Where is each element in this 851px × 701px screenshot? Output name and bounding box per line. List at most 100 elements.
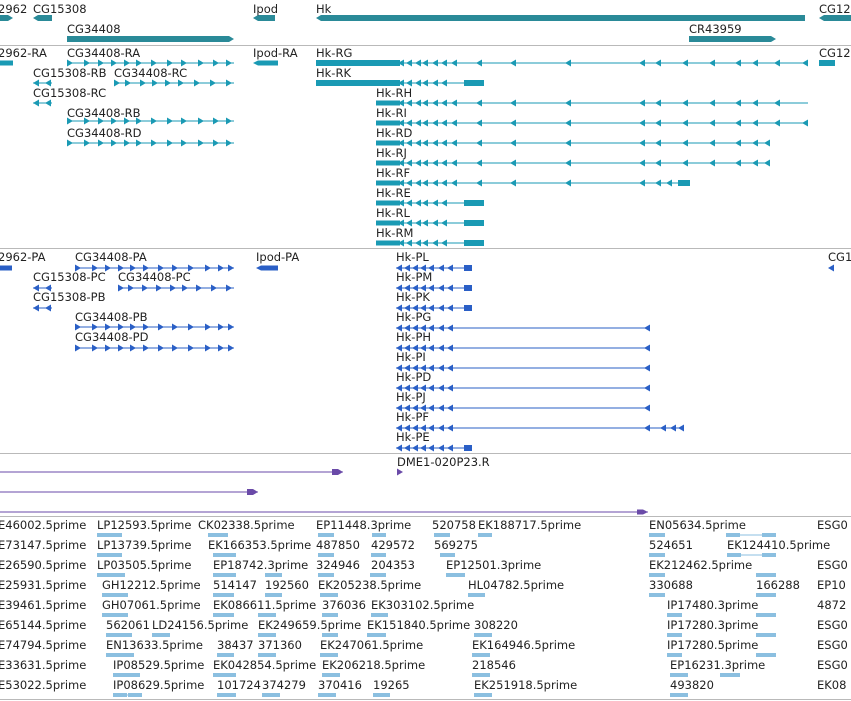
est-label[interactable]: EK042854.5prime xyxy=(213,659,316,672)
protein-label[interactable]: Hk-PK xyxy=(396,291,430,304)
est-label[interactable]: ESG0 xyxy=(817,619,848,632)
est-label[interactable]: LP12593.5prime xyxy=(97,519,191,532)
gene-label[interactable]: 2962 xyxy=(0,3,27,16)
est-label[interactable]: IP08529.5prime xyxy=(113,659,204,672)
transcript-label[interactable]: Hk-RG xyxy=(316,47,352,60)
protein-label[interactable]: Hk-PL xyxy=(396,251,429,264)
est-label[interactable]: ESG0 xyxy=(817,559,848,572)
est-label[interactable]: EK206218.5prime xyxy=(322,659,425,672)
est-label[interactable]: GH07061.5prime xyxy=(102,599,201,612)
est-label[interactable]: 101724 xyxy=(217,679,261,692)
est-label[interactable]: 4872 xyxy=(817,599,846,612)
est-label[interactable]: IP08629.5prime xyxy=(113,679,204,692)
est-label[interactable]: EK249659.5prime xyxy=(258,619,361,632)
gene-label[interactable]: Hk xyxy=(316,3,331,16)
est-label[interactable]: EK08 xyxy=(817,679,846,692)
est-label[interactable]: 38437 xyxy=(217,639,254,652)
est-label[interactable]: 520758 xyxy=(432,519,476,532)
est-label[interactable]: ESG0 xyxy=(817,519,848,532)
transcript-label[interactable]: Ipod-RA xyxy=(253,47,298,60)
est-label[interactable]: 524651 xyxy=(649,539,693,552)
est-label[interactable]: E25931.5prime xyxy=(0,579,86,592)
est-label[interactable]: 371360 xyxy=(258,639,302,652)
est-label[interactable]: EK247061.5prime xyxy=(320,639,423,652)
protein-label[interactable]: Hk-PI xyxy=(396,351,426,364)
protein-label[interactable]: Ipod-PA xyxy=(256,251,299,264)
est-label[interactable]: EP16231.3prime xyxy=(670,659,765,672)
transcript-label[interactable]: CG34408-RB xyxy=(67,107,141,120)
est-label[interactable]: EK212462.5prime xyxy=(649,559,752,572)
est-label[interactable]: IP17280.5prime xyxy=(667,639,758,652)
protein-label[interactable]: CG1 xyxy=(828,251,851,264)
est-label[interactable]: 562061 xyxy=(106,619,150,632)
est-label[interactable]: EK124410.5prime xyxy=(727,539,830,552)
protein-label[interactable]: Hk-PD xyxy=(396,371,431,384)
est-label[interactable]: CK02338.5prime xyxy=(198,519,295,532)
est-label[interactable]: LD24156.5prime xyxy=(152,619,248,632)
est-label[interactable]: E33631.5prime xyxy=(0,659,86,672)
transcript-label[interactable]: 2962-RA xyxy=(0,47,47,60)
est-label[interactable]: E46002.5prime xyxy=(0,519,86,532)
est-label[interactable]: 370416 xyxy=(318,679,362,692)
est-label[interactable]: 514147 xyxy=(213,579,257,592)
transcript-label[interactable]: Hk-RE xyxy=(376,187,411,200)
est-label[interactable]: EN13633.5prime xyxy=(106,639,203,652)
protein-label[interactable]: Hk-PH xyxy=(396,331,431,344)
protein-label[interactable]: 2962-PA xyxy=(0,251,45,264)
transcript-label[interactable]: CG34408-RC xyxy=(114,67,187,80)
est-label[interactable]: ESG0 xyxy=(817,659,848,672)
protein-label[interactable]: CG34408-PB xyxy=(75,311,148,324)
feature-label[interactable]: DME1-020P23.R xyxy=(397,456,490,469)
transcript-label[interactable]: Hk-RK xyxy=(316,67,351,80)
est-label[interactable]: E65144.5prime xyxy=(0,619,86,632)
est-label[interactable]: ESG0 xyxy=(817,639,848,652)
transcript-label[interactable]: Hk-RD xyxy=(376,127,412,140)
est-label[interactable]: IP17480.3prime xyxy=(667,599,758,612)
est-label[interactable]: E53022.5prime xyxy=(0,679,86,692)
protein-label[interactable]: CG34408-PA xyxy=(75,251,147,264)
est-label[interactable]: EK164946.5prime xyxy=(472,639,575,652)
protein-label[interactable]: Hk-PM xyxy=(396,271,432,284)
gene-label[interactable]: Ipod xyxy=(253,3,278,16)
est-label[interactable]: LP03505.5prime xyxy=(97,559,191,572)
est-label[interactable]: EP11448.3prime xyxy=(316,519,411,532)
est-label[interactable]: 192560 xyxy=(265,579,309,592)
est-label[interactable]: EK303102.5prime xyxy=(371,599,474,612)
gene-label[interactable]: CR43959 xyxy=(689,23,742,36)
est-label[interactable]: EK188717.5prime xyxy=(478,519,581,532)
transcript-label[interactable]: Hk-RJ xyxy=(376,147,407,160)
transcript-label[interactable]: CG34408-RA xyxy=(67,47,140,60)
est-label[interactable]: 493820 xyxy=(670,679,714,692)
gene-label[interactable]: CG12 xyxy=(819,3,851,16)
est-label[interactable]: 376036 xyxy=(322,599,366,612)
protein-label[interactable]: CG15308-PC xyxy=(33,271,106,284)
est-label[interactable]: 204353 xyxy=(371,559,415,572)
est-label[interactable]: HL04782.5prime xyxy=(468,579,564,592)
transcript-label[interactable]: Hk-RF xyxy=(376,167,410,180)
est-label[interactable]: 487850 xyxy=(316,539,360,552)
est-label[interactable]: 19265 xyxy=(373,679,410,692)
est-label[interactable]: 166288 xyxy=(756,579,800,592)
transcript-label[interactable]: CG12 xyxy=(819,47,851,60)
est-label[interactable]: EP10 xyxy=(817,579,846,592)
protein-label[interactable]: CG34408-PD xyxy=(75,331,148,344)
est-label[interactable]: E26590.5prime xyxy=(0,559,86,572)
est-label[interactable]: EP12501.3prime xyxy=(446,559,541,572)
gene-label[interactable]: CG34408 xyxy=(67,23,121,36)
est-label[interactable]: 330688 xyxy=(649,579,693,592)
gene-label[interactable]: CG15308 xyxy=(33,3,87,16)
protein-label[interactable]: Hk-PF xyxy=(396,411,429,424)
est-label[interactable]: EN05634.5prime xyxy=(649,519,746,532)
transcript-label[interactable]: Hk-RM xyxy=(376,227,413,240)
transcript-label[interactable]: CG34408-RD xyxy=(67,127,142,140)
transcript-label[interactable]: Hk-RL xyxy=(376,207,410,220)
transcript-label[interactable]: CG15308-RB xyxy=(33,67,107,80)
protein-label[interactable]: Hk-PG xyxy=(396,311,431,324)
est-label[interactable]: E74794.5prime xyxy=(0,639,86,652)
est-label[interactable]: 429572 xyxy=(371,539,415,552)
transcript-label[interactable]: CG15308-RC xyxy=(33,87,106,100)
est-label[interactable]: LP13739.5prime xyxy=(97,539,191,552)
est-label[interactable]: EK251918.5prime xyxy=(474,679,577,692)
est-label[interactable]: 308220 xyxy=(474,619,518,632)
est-label[interactable]: 218546 xyxy=(472,659,516,672)
